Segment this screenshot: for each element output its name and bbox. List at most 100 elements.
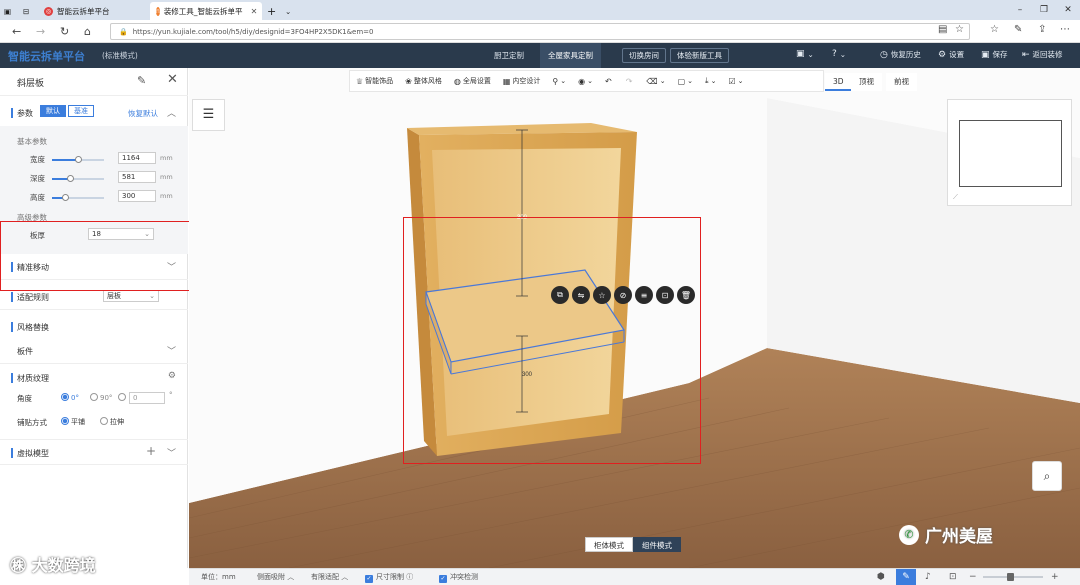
sort-icon[interactable]: ≡ (635, 286, 653, 304)
depth-input[interactable]: 581 (118, 171, 156, 183)
angle-90-radio[interactable]: 90° (90, 393, 112, 402)
zoom-out-icon[interactable]: − (969, 572, 977, 582)
new-tab-icon[interactable]: + (264, 2, 280, 20)
auto-fit-toggle[interactable]: 有限适配 ︿ (311, 572, 348, 582)
tools-menu[interactable]: ⚲ ⌄ (546, 77, 572, 86)
forward-icon[interactable]: → (36, 25, 45, 38)
chevron-down-icon[interactable]: ﹀ (167, 446, 176, 459)
notes-pen-icon[interactable]: ✎ (1014, 24, 1022, 35)
help-menu[interactable]: ? ⌄ (832, 49, 846, 59)
hide-icon[interactable]: ⊘ (614, 286, 632, 304)
tab-top-view[interactable]: 顶视 (851, 73, 882, 91)
add-icon[interactable]: + (146, 444, 156, 458)
eraser-menu[interactable]: ⌫ ⌄ (640, 77, 671, 86)
browser-tab-1[interactable]: ◎ 智能云拆单平台 (38, 2, 148, 20)
interior-design-button[interactable]: ▦ 内空设计 (497, 76, 547, 86)
zoom-inspect-button[interactable]: ⌕ (1032, 461, 1062, 491)
switch-room-button[interactable]: 切换房间 (622, 48, 666, 63)
size-limit-checkbox[interactable]: ✓ 尺寸限制 ⓘ (365, 572, 413, 583)
brush-icon[interactable]: ✎ (896, 569, 916, 585)
angle-custom-input[interactable]: 0 (129, 392, 165, 404)
width-slider-handle[interactable] (74, 156, 82, 163)
tab-kitchen-bath[interactable]: 厨卫定制 (486, 43, 532, 68)
star-icon[interactable]: ☆ (593, 286, 611, 304)
minimize-icon[interactable]: – (1008, 0, 1032, 20)
width-slider[interactable] (52, 156, 104, 163)
favorite-star-icon[interactable]: ☆ (955, 24, 964, 35)
mic-icon[interactable]: ♪ (925, 572, 931, 582)
tab-dropdown-icon[interactable]: ⌄ (282, 2, 298, 20)
save-button[interactable]: ▣ 保存 (981, 49, 1008, 60)
overall-style-button[interactable]: ❀ 整体风格 (399, 76, 448, 86)
more-menu-icon[interactable]: ⋯ (1060, 24, 1070, 35)
edit-icon[interactable]: ✎ (137, 74, 146, 87)
cabinet-mode-button[interactable]: 柜体模式 (585, 537, 633, 552)
share-icon[interactable]: ⇪ (1038, 24, 1046, 35)
close-window-icon[interactable]: ✕ (1056, 0, 1080, 20)
undo-button[interactable]: ↶ (599, 77, 620, 86)
height-slider-handle[interactable] (61, 194, 69, 201)
checklist-menu[interactable]: ☑ ⌄ (722, 77, 749, 86)
width-input[interactable]: 1164 (118, 152, 156, 164)
fit-view-icon[interactable]: ⊡ (949, 572, 957, 582)
favorites-hub-icon[interactable]: ☆ (990, 24, 999, 35)
chevron-down-icon[interactable]: ﹀ (167, 344, 176, 357)
angle-custom-radio[interactable] (118, 393, 128, 402)
file-menu[interactable]: ▣ ⌄ (796, 49, 814, 59)
chevron-up-icon[interactable]: ︿ (167, 106, 176, 119)
refresh-icon[interactable]: ↻ (60, 25, 69, 38)
base-toggle[interactable]: 基准 (68, 105, 94, 117)
structure-tree-button[interactable]: ☰ (192, 99, 225, 131)
zoom-in-icon[interactable]: + (1051, 572, 1059, 582)
try-new-tool-button[interactable]: 体验新版工具 (670, 48, 729, 63)
minimap[interactable]: ⟋ (947, 99, 1072, 206)
resize-handle-icon[interactable]: ⟋ (953, 193, 958, 202)
reset-default-link[interactable]: 恢复默认 (128, 108, 158, 119)
gear-icon[interactable]: ⚙ (168, 371, 176, 381)
tab-3d[interactable]: 3D (825, 73, 852, 91)
height-input[interactable]: 300 (118, 190, 156, 202)
visibility-menu[interactable]: ◉ ⌄ (572, 77, 599, 86)
settings-button[interactable]: ⚙ 设置 (938, 49, 964, 60)
cube-view-icon[interactable]: ⬢ (877, 572, 885, 582)
copy-icon[interactable]: ⧉ (551, 286, 569, 304)
tab-list-icon[interactable]: ⊟ (20, 2, 36, 20)
adapt-rule-select[interactable]: 层板 ⌄ (103, 290, 159, 302)
lock-icon[interactable]: ⊡ (656, 286, 674, 304)
paste-tile-radio[interactable]: 平铺 (61, 417, 85, 427)
smart-decor-button[interactable]: ♕ 智能饰品 (350, 76, 399, 86)
3d-viewport[interactable]: 300 300 ♕ 智能饰品 ❀ 整体风格 ◍ 全局设置 ▦ 内空设计 ⚲ ⌄ ◉ ⌄ ↶ … (189, 68, 1080, 568)
default-toggle[interactable]: 默认 (40, 105, 66, 117)
close-tab-icon[interactable]: ✕ (251, 7, 258, 16)
back-to-decor-button[interactable]: ⇤ 返回装修 (1022, 49, 1063, 60)
delete-icon[interactable]: 🗑 (677, 286, 695, 304)
help-icon[interactable]: ⓘ (406, 573, 413, 581)
zoom-slider-handle[interactable] (1007, 573, 1014, 581)
restore-history-button[interactable]: ◷ 恢复历史 (880, 49, 921, 60)
angle-0-radio[interactable]: 0° (61, 393, 79, 402)
side-adsorb-toggle[interactable]: 侧面吸附 ︿ (257, 572, 294, 582)
restore-icon[interactable]: ❐ (1032, 0, 1056, 20)
global-settings-button[interactable]: ◍ 全局设置 (448, 76, 497, 86)
redo-button[interactable]: ↷ (620, 77, 641, 86)
depth-slider-handle[interactable] (66, 175, 74, 182)
virtual-model-section[interactable]: 虚拟模型 + ﹀ (0, 439, 188, 465)
url-field[interactable]: 🔒 https://yun.kujiale.com/tool/h5/diy/de… (110, 23, 970, 40)
style-replace-item[interactable]: 板件 ﹀ (0, 338, 188, 364)
tab-front-view[interactable]: 前视 (886, 73, 917, 91)
browser-tab-2[interactable]: n 装修工具_智能云拆单平 ✕ (150, 2, 262, 20)
reading-view-icon[interactable]: ▤ (938, 24, 947, 35)
conflict-check-checkbox[interactable]: ✓ 冲突检测 (439, 572, 478, 583)
home-icon[interactable]: ⌂ (84, 25, 91, 38)
download-menu[interactable]: ⤓ ⌄ (699, 76, 722, 86)
window-menu-icon[interactable]: ▣ (0, 2, 20, 20)
frame-menu[interactable]: ▢ ⌄ (672, 77, 699, 86)
paste-stretch-radio[interactable]: 拉伸 (100, 417, 124, 427)
close-icon[interactable]: ✕ (167, 72, 178, 87)
depth-slider[interactable] (52, 175, 104, 182)
component-mode-button[interactable]: 组件模式 (633, 537, 681, 552)
height-slider[interactable] (52, 194, 104, 201)
flip-icon[interactable]: ⇋ (572, 286, 590, 304)
zoom-slider[interactable] (983, 573, 1043, 581)
tab-whole-house[interactable]: 全屋家具定制 (540, 43, 601, 68)
